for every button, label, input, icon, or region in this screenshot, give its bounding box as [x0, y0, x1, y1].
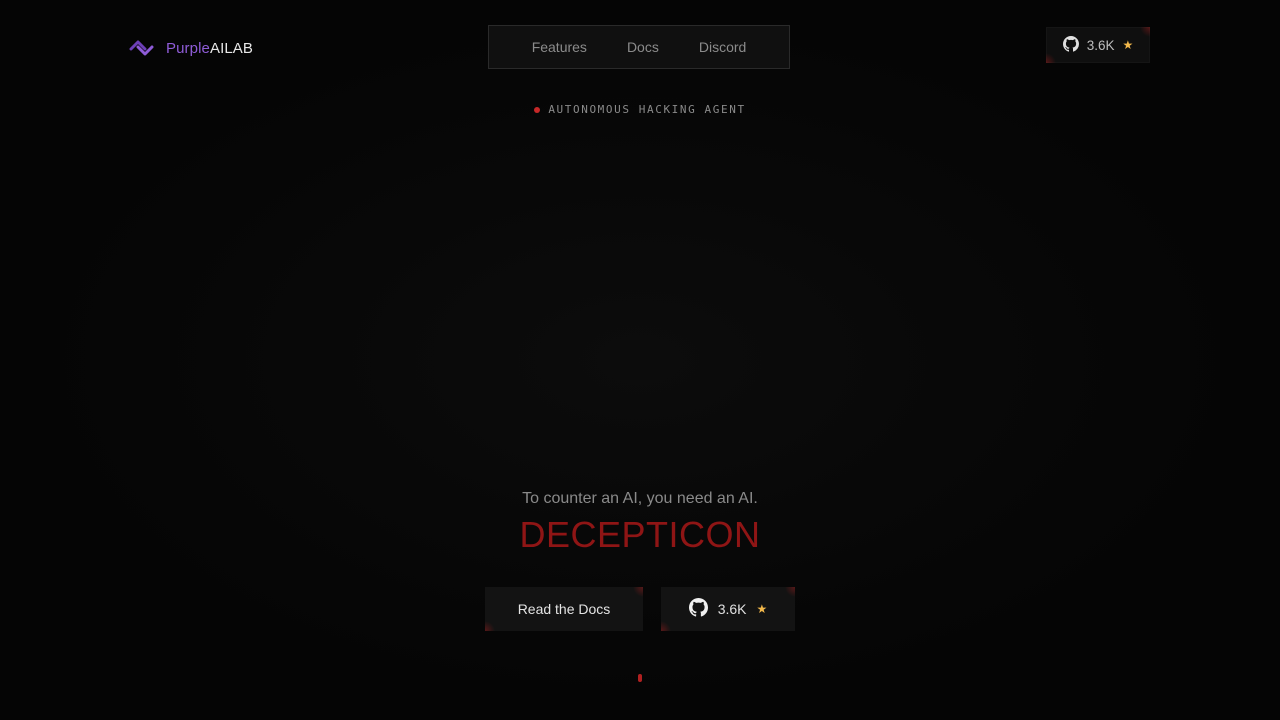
main-nav: Features Docs Discord: [488, 25, 790, 69]
brand-name: PurpleAILAB: [166, 40, 253, 57]
badge-text: AUTONOMOUS HACKING AGENT: [548, 103, 746, 116]
hero-badge: AUTONOMOUS HACKING AGENT: [0, 103, 1280, 116]
landing-page: PurpleAILAB Features Docs Discord 3.6K ★…: [0, 0, 1280, 720]
read-docs-button[interactable]: Read the Docs: [485, 587, 643, 631]
github-star-count: 3.6K: [1086, 37, 1115, 53]
brand-logo[interactable]: PurpleAILAB: [129, 37, 253, 59]
github-stars-button[interactable]: 3.6K ★: [1046, 27, 1150, 63]
link-chain-icon: [129, 39, 154, 57]
star-icon: ★: [1122, 38, 1134, 52]
status-dot: [534, 106, 541, 113]
github-icon: [688, 598, 708, 620]
nav-item-features[interactable]: Features: [532, 39, 587, 55]
github-cta-star-count: 3.6K: [717, 601, 747, 617]
read-docs-label: Read the Docs: [517, 601, 611, 617]
github-icon: [1062, 35, 1079, 55]
scroll-indicator: [638, 674, 642, 682]
brand-name-white: AILAB: [209, 39, 253, 57]
github-cta-button[interactable]: 3.6K ★: [661, 587, 795, 631]
hero-title: DECEPTICON: [519, 514, 761, 555]
star-icon: ★: [756, 602, 768, 616]
brand-name-purple: Purple: [166, 39, 210, 57]
hero-tagline: To counter an AI, you need an AI.: [522, 490, 758, 507]
nav-item-discord[interactable]: Discord: [699, 39, 746, 55]
nav-item-docs[interactable]: Docs: [627, 39, 659, 55]
